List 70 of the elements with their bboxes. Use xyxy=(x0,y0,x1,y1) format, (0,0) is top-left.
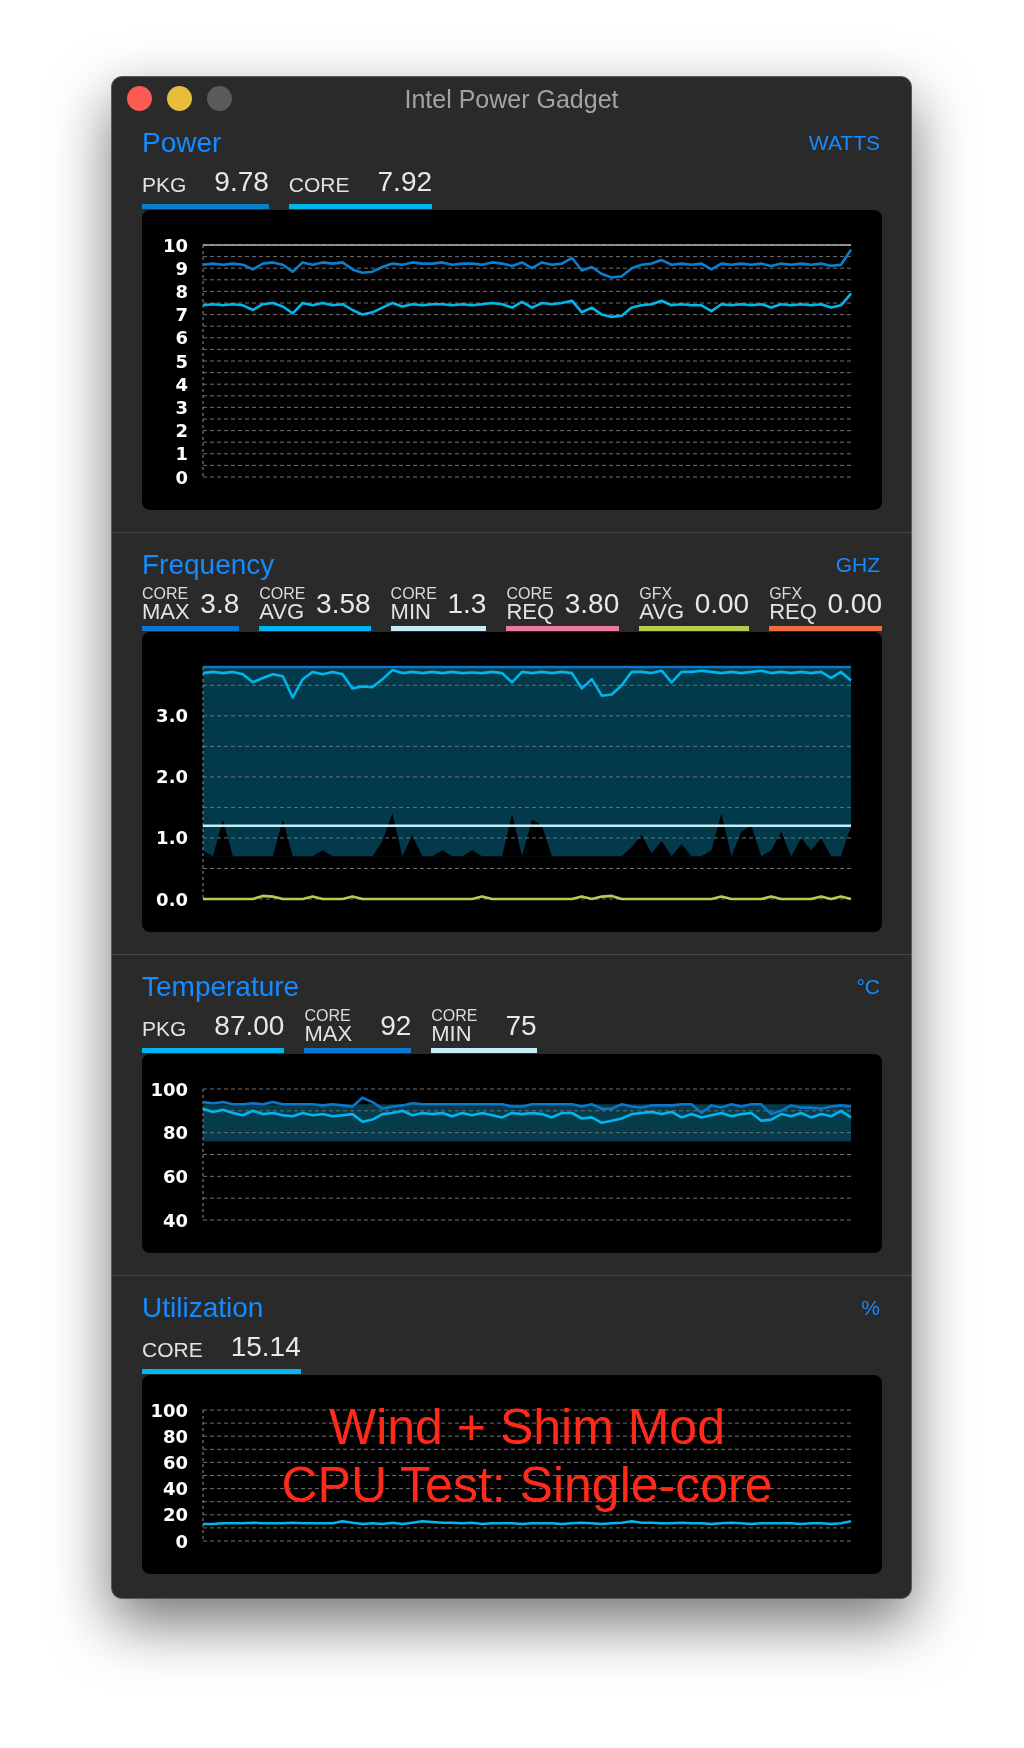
metric-qualifier: CORE xyxy=(142,586,190,601)
y-tick-label: 2.0 xyxy=(156,766,188,788)
y-tick-label: 2 xyxy=(175,420,188,442)
section-title: Utilization xyxy=(142,1294,264,1322)
metric-value: 3.80 xyxy=(564,590,620,618)
metric-label: AVG xyxy=(639,601,685,623)
y-tick-label: 0 xyxy=(175,1530,188,1552)
metric-qualifier: GFX xyxy=(639,586,674,601)
metric-label: REQ xyxy=(769,601,817,623)
metric-qualifier: GFX xyxy=(769,586,804,601)
section-title: Temperature xyxy=(142,973,300,1001)
metric-label: AVG xyxy=(259,601,306,623)
y-tick-label: 3 xyxy=(175,396,188,418)
y-tick-label: 60 xyxy=(162,1165,188,1187)
unit-label: WATTS xyxy=(808,130,881,156)
y-tick-label: 80 xyxy=(162,1122,188,1144)
y-tick-label: 3.0 xyxy=(156,705,188,727)
unit-label: % xyxy=(861,1295,881,1321)
metric-qualifier: CORE xyxy=(431,1008,478,1023)
y-tick-label: 40 xyxy=(162,1209,188,1231)
metric-value: 15.14 xyxy=(230,1333,301,1361)
y-tick-label: 40 xyxy=(162,1478,188,1500)
section-title: Frequency xyxy=(142,551,275,579)
metric-label: CORE xyxy=(288,174,350,195)
y-tick-label: 6 xyxy=(175,327,188,349)
metric-qualifier: CORE xyxy=(304,1008,352,1023)
window-title: Intel Power Gadget xyxy=(404,83,619,114)
metric-value: 3.58 xyxy=(316,590,371,618)
unit-label: °C xyxy=(856,974,881,1000)
metric-label: MIN xyxy=(431,1023,473,1045)
metric-value: 0.00 xyxy=(827,590,882,618)
metric-value: 9.78 xyxy=(214,168,269,196)
close-button[interactable] xyxy=(127,86,152,111)
annotation-text: CPU Test: Single-core xyxy=(281,1456,773,1514)
metric-label: MAX xyxy=(304,1023,353,1045)
annotation-text: Wind + Shim Mod xyxy=(329,1398,725,1456)
y-tick-label: 10 xyxy=(162,234,188,256)
y-tick-label: 100 xyxy=(150,1399,188,1421)
y-tick-label: 60 xyxy=(162,1451,188,1473)
y-tick-label: 100 xyxy=(150,1078,188,1100)
y-tick-label: 8 xyxy=(175,280,188,302)
y-tick-label: 7 xyxy=(175,304,188,326)
metric-value: 0.00 xyxy=(694,590,750,618)
y-tick-label: 4 xyxy=(175,373,188,395)
section-title: Power xyxy=(142,129,222,157)
metric-value: 3.8 xyxy=(200,590,240,618)
metric-value: 87.00 xyxy=(214,1012,285,1040)
metric-value: 7.92 xyxy=(377,168,433,196)
y-tick-label: 5 xyxy=(175,350,188,372)
y-tick-label: 9 xyxy=(175,257,188,279)
metric-value: 75 xyxy=(505,1012,537,1040)
unit-label: GHZ xyxy=(835,552,881,578)
y-tick-label: 0.0 xyxy=(156,888,188,910)
y-tick-label: 1.0 xyxy=(156,827,188,849)
y-tick-label: 0 xyxy=(175,466,188,488)
metric-label: CORE xyxy=(142,1339,203,1360)
metric-label: PKG xyxy=(142,1018,187,1039)
metric-label: REQ xyxy=(506,601,555,623)
y-tick-label: 20 xyxy=(162,1504,188,1526)
y-tick-label: 80 xyxy=(162,1425,188,1447)
metric-label: PKG xyxy=(142,174,187,195)
metric-label: MIN xyxy=(390,601,432,623)
metric-qualifier: CORE xyxy=(506,586,554,601)
minimize-button[interactable] xyxy=(167,86,192,111)
metric-qualifier: CORE xyxy=(390,586,437,601)
metric-qualifier: CORE xyxy=(259,586,306,601)
y-tick-label: 1 xyxy=(175,443,188,465)
metric-value: 1.3 xyxy=(447,590,487,618)
metric-value: 92 xyxy=(380,1012,412,1040)
metric-label: MAX xyxy=(142,601,190,623)
